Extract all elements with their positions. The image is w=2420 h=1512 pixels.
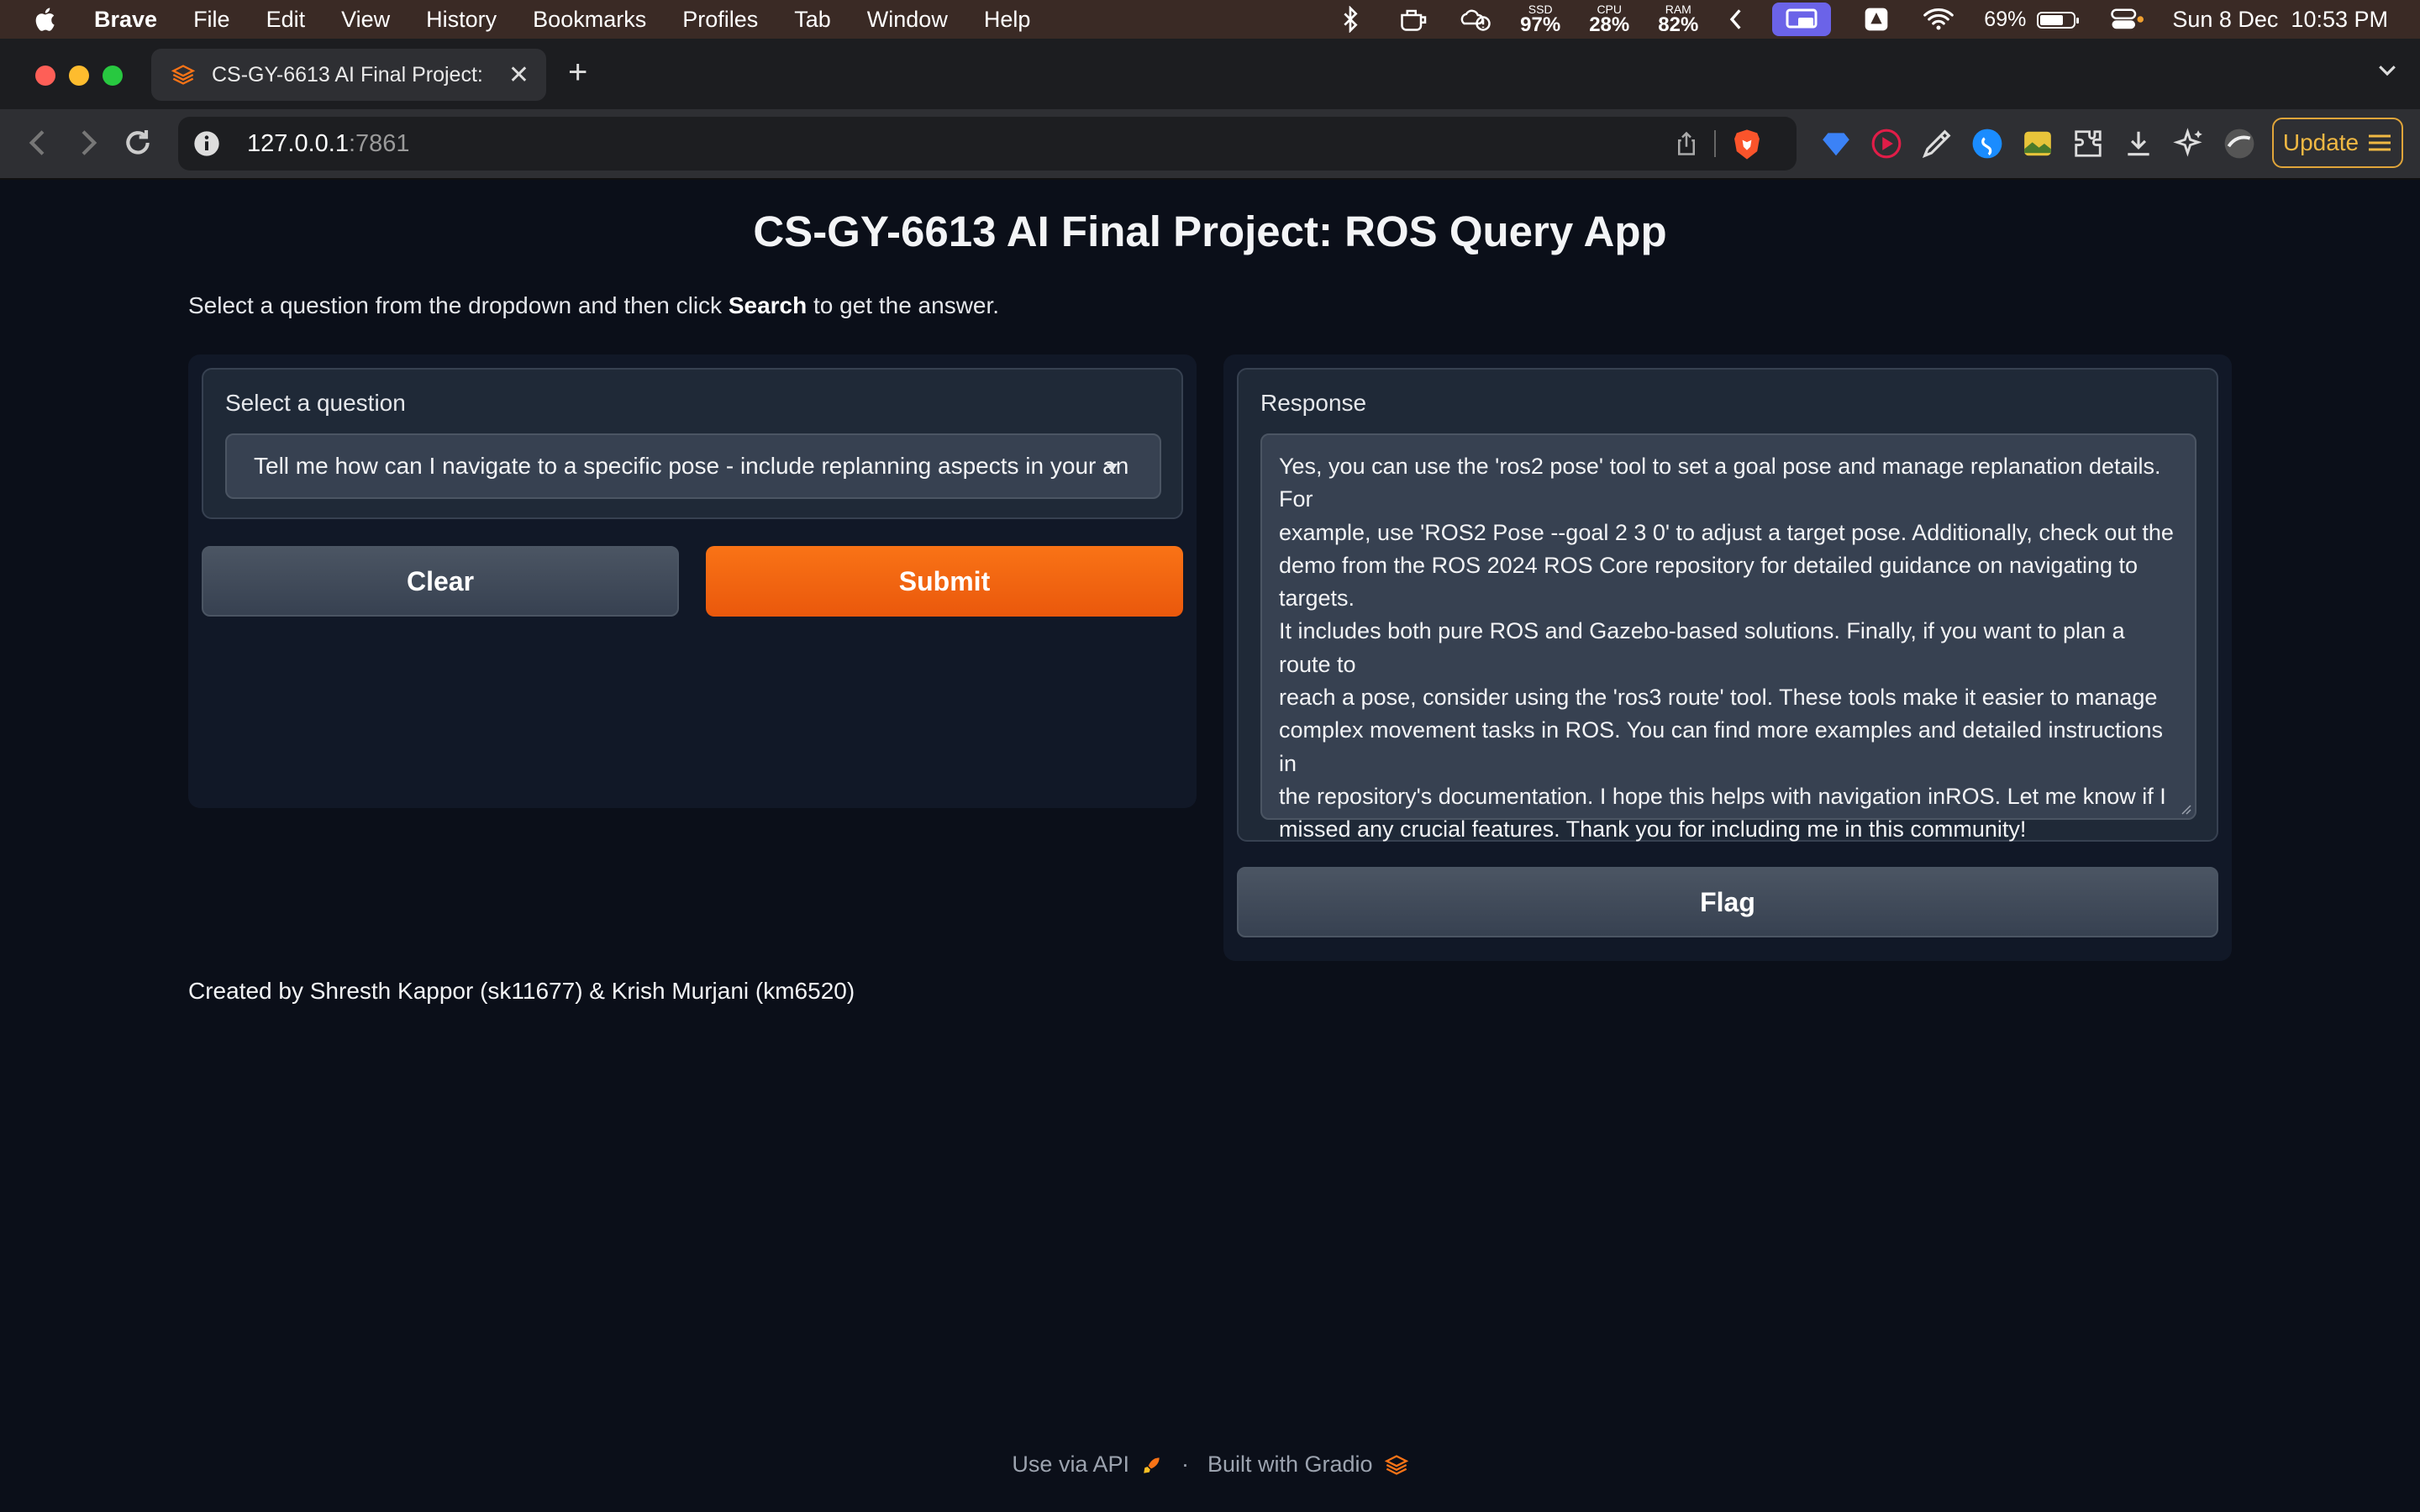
weather-alert-icon[interactable] [1458, 6, 1491, 33]
ssd-value: 97% [1520, 13, 1561, 36]
input-panel: Select a question Tell me how can I navi… [188, 354, 1197, 808]
macos-menu-bar: Brave File Edit View History Bookmarks P… [0, 0, 2420, 39]
browser-tab-bar: CS-GY-6613 AI Final Project: ROS Query A… [0, 39, 2420, 109]
question-label: Select a question [225, 390, 406, 416]
status-area: SSD 97% CPU 28% RAM 82% 69% Sun 8 Dec 10:53… [1334, 0, 2388, 39]
response-line: missed any crucial features. Thank you f… [1279, 816, 2027, 843]
menu-file[interactable]: File [193, 7, 230, 33]
response-line: complex movement tasks in ROS. You can f… [1279, 717, 2164, 776]
response-line: the repository's documentation. I hope t… [1279, 783, 2166, 809]
extension-eyedropper-icon[interactable] [1921, 128, 1953, 160]
description-prefix: Select a question from the dropdown and … [188, 292, 729, 318]
new-tab-icon[interactable]: + [568, 54, 587, 92]
extension-image-icon[interactable] [2022, 128, 2054, 160]
update-button[interactable]: Update [2272, 118, 2403, 168]
menu-app-name[interactable]: Brave [94, 7, 157, 33]
battery-icon[interactable] [2036, 6, 2081, 33]
submit-button[interactable]: Submit [706, 546, 1183, 617]
response-block: Response Yes, you can use the 'ros2 pose… [1237, 368, 2218, 842]
use-via-api-link[interactable]: Use via API [1012, 1452, 1129, 1478]
footer-separator: · [1181, 1452, 1189, 1477]
bluetooth-icon[interactable] [1334, 5, 1367, 34]
output-panel: Response Yes, you can use the 'ros2 pose… [1223, 354, 2232, 961]
ram-value: 82% [1658, 13, 1699, 36]
profile-avatar-icon[interactable] [2223, 128, 2255, 160]
page-title: CS-GY-6613 AI Final Project: ROS Query A… [753, 207, 1667, 255]
minimize-window-button[interactable] [69, 66, 89, 86]
extension-shazam-icon[interactable] [1971, 128, 2003, 160]
back-arrow-icon[interactable] [22, 126, 55, 160]
url-host: 127.0.0.1 [247, 129, 349, 157]
close-window-button[interactable] [35, 66, 55, 86]
tab-title: CS-GY-6613 AI Final Project: ROS Query A… [212, 62, 489, 87]
tab-list-chevron-icon[interactable] [2375, 57, 2400, 82]
question-block: Select a question Tell me how can I navi… [202, 368, 1183, 519]
response-line: It includes both pure ROS and Gazebo-bas… [1279, 618, 2125, 677]
gradio-favicon-icon [171, 65, 195, 85]
site-info-icon[interactable] [193, 130, 220, 157]
menu-view[interactable]: View [341, 7, 390, 33]
extensions-puzzle-icon[interactable] [2072, 128, 2104, 160]
share-icon[interactable] [1674, 130, 1699, 157]
address-bar[interactable]: 127.0.0.1:7861 [178, 117, 1797, 171]
response-line: Yes, you can use the 'ros2 pose' tool to… [1279, 454, 2161, 512]
built-with-gradio-link[interactable]: Built with Gradio [1207, 1452, 1373, 1478]
teapot-icon[interactable] [1396, 6, 1429, 33]
response-line: demo from the ROS 2024 ROS Core reposito… [1279, 552, 2139, 612]
menu-tab[interactable]: Tab [794, 7, 831, 33]
question-dropdown-value: Tell me how can I navigate to a specific… [254, 453, 1128, 479]
gradio-logo-icon [1384, 1454, 1408, 1475]
apple-logo-icon[interactable] [32, 5, 60, 34]
download-icon[interactable] [2123, 128, 2154, 160]
cpu-value: 28% [1589, 13, 1630, 36]
menu-help[interactable]: Help [984, 7, 1031, 33]
cpu-stat[interactable]: CPU 28% [1589, 3, 1629, 35]
address-divider [1714, 130, 1716, 157]
flag-button[interactable]: Flag [1237, 867, 2218, 937]
screen-mirroring-icon[interactable] [1772, 3, 1832, 36]
clock[interactable]: Sun 8 Dec 10:53 PM [2172, 7, 2388, 33]
gradio-app: CS-GY-6613 AI Final Project: ROS Query A… [0, 180, 2420, 1512]
menu-bookmarks[interactable]: Bookmarks [533, 7, 646, 33]
close-tab-icon[interactable]: ✕ [508, 60, 529, 90]
battery-percent[interactable]: 69% [1984, 8, 2026, 32]
ram-stat[interactable]: RAM 82% [1658, 3, 1698, 35]
menu-profiles[interactable]: Profiles [682, 7, 758, 33]
credits-text: Created by Shresth Kappor (sk11677) & Kr… [188, 978, 855, 1004]
response-textarea[interactable]: Yes, you can use the 'ros2 pose' tool to… [1260, 433, 2196, 842]
reload-icon[interactable] [121, 126, 155, 160]
browser-toolbar: 127.0.0.1:7861 Update [0, 109, 2420, 180]
rocket-icon [1144, 1457, 1160, 1473]
response-label: Response [1260, 390, 1367, 416]
update-label: Update [2282, 129, 2360, 155]
hamburger-menu-icon [2369, 134, 2391, 151]
page-description: Select a question from the dropdown and … [188, 292, 999, 319]
extension-record-icon[interactable] [1870, 128, 1902, 160]
menu-edit[interactable]: Edit [266, 7, 306, 33]
response-line: reach a pose, consider using the 'ros3 r… [1279, 685, 2158, 711]
browser-tab[interactable]: CS-GY-6613 AI Final Project: ROS Query A… [151, 49, 546, 101]
resize-handle-icon[interactable] [2178, 801, 2191, 815]
question-dropdown[interactable]: Tell me how can I navigate to a specific… [225, 433, 1161, 499]
brave-shields-icon[interactable] [1733, 129, 1761, 160]
chevron-left-icon[interactable] [1727, 6, 1744, 33]
forward-arrow-icon[interactable] [71, 126, 104, 160]
description-bold: Search [728, 292, 808, 318]
description-suffix: to get the answer. [807, 292, 1000, 318]
response-line: example, use 'ROS2 Pose --goal 2 3 0' to… [1279, 519, 2174, 545]
maximize-window-button[interactable] [103, 66, 123, 86]
gradio-footer: Use via API · Built with Gradio [0, 1452, 2420, 1478]
clear-button[interactable]: Clear [202, 546, 679, 617]
drive-icon[interactable] [1860, 6, 1893, 33]
menu-history[interactable]: History [426, 7, 497, 33]
dropdown-caret-icon [1106, 464, 1118, 472]
menu-window[interactable]: Window [867, 7, 948, 33]
url-port: :7861 [348, 129, 410, 157]
control-center-icon[interactable] [2110, 6, 2144, 33]
extension-gem-icon[interactable] [1820, 128, 1852, 160]
leo-ai-sparkle-icon[interactable] [2173, 128, 2205, 160]
response-text: Yes, you can use the 'ros2 pose' tool to… [1279, 450, 2178, 847]
ssd-stat[interactable]: SSD 97% [1520, 3, 1560, 35]
wifi-icon[interactable] [1922, 6, 1955, 33]
